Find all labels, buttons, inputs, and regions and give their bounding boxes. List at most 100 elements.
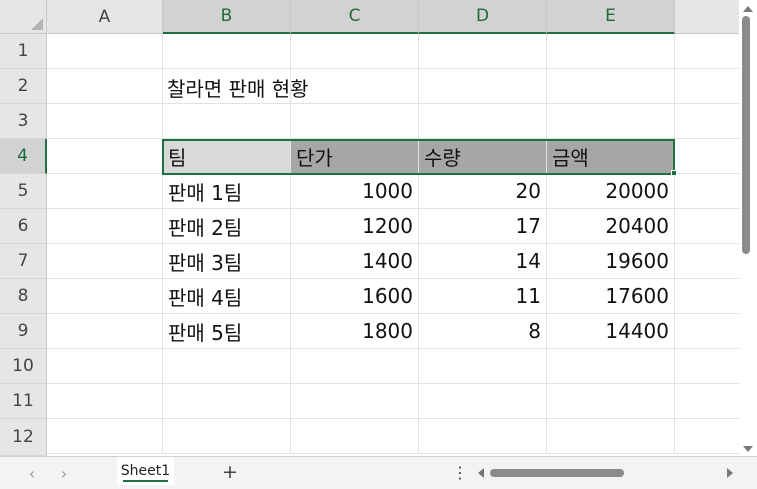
grid-cell[interactable] <box>419 419 547 454</box>
grid-cell[interactable] <box>47 209 163 244</box>
grid-cell[interactable] <box>675 174 739 209</box>
row-header-6[interactable]: 6 <box>0 209 47 244</box>
grid-cell[interactable] <box>675 279 739 314</box>
column-header-b[interactable]: B <box>163 0 291 34</box>
grid-cell[interactable] <box>547 384 675 419</box>
cell-amount[interactable]: 20000 <box>547 174 675 209</box>
grid-cell[interactable] <box>47 419 163 454</box>
grid-cell[interactable] <box>163 349 291 384</box>
cell-qty[interactable]: 11 <box>419 279 547 314</box>
horizontal-scroll-thumb[interactable] <box>490 469 624 477</box>
select-all-corner[interactable] <box>0 0 47 34</box>
grid-cell[interactable] <box>419 384 547 419</box>
grid-cell[interactable] <box>419 69 547 104</box>
grid-cell[interactable] <box>675 349 739 384</box>
grid-cell[interactable] <box>47 139 163 174</box>
grid-cell[interactable] <box>291 349 419 384</box>
cell-c4-price-header[interactable]: 단가 <box>291 139 419 174</box>
cell-price[interactable]: 1000 <box>291 174 419 209</box>
cell-team[interactable]: 판매 4팀 <box>163 279 291 314</box>
cell-e4-amount-header[interactable]: 금액 <box>547 139 675 174</box>
row-header-1[interactable]: 1 <box>0 34 47 69</box>
grid-cell[interactable] <box>547 69 675 104</box>
grid-cell[interactable] <box>163 34 291 69</box>
grid-cell[interactable] <box>547 349 675 384</box>
scroll-up-arrow-icon[interactable] <box>743 6 753 12</box>
fill-handle[interactable] <box>671 170 677 176</box>
sheet-tab-sheet1[interactable]: Sheet1 <box>117 457 174 485</box>
grid-cell[interactable] <box>47 34 163 69</box>
grid-cell[interactable] <box>163 419 291 454</box>
cell-qty[interactable]: 14 <box>419 244 547 279</box>
grid-cell[interactable] <box>419 34 547 69</box>
grid-cell[interactable] <box>47 314 163 349</box>
cell-amount[interactable]: 20400 <box>547 209 675 244</box>
cell-amount[interactable]: 14400 <box>547 314 675 349</box>
cell-d4-qty-header[interactable]: 수량 <box>419 139 547 174</box>
cell-price[interactable]: 1600 <box>291 279 419 314</box>
more-options-icon[interactable]: ⋮ <box>452 463 468 482</box>
cell-team[interactable]: 판매 3팀 <box>163 244 291 279</box>
grid-cell[interactable] <box>675 314 739 349</box>
cell-b4-team-header[interactable]: 팀 <box>163 139 291 174</box>
column-header-a[interactable]: A <box>47 0 163 34</box>
cell-team[interactable]: 판매 1팀 <box>163 174 291 209</box>
grid-cell[interactable] <box>291 384 419 419</box>
cell-team[interactable]: 판매 5팀 <box>163 314 291 349</box>
grid-cell[interactable] <box>47 384 163 419</box>
column-header-c[interactable]: C <box>291 0 419 34</box>
cell-qty[interactable]: 17 <box>419 209 547 244</box>
cell-amount[interactable]: 19600 <box>547 244 675 279</box>
row-header-12[interactable]: 12 <box>0 419 47 456</box>
grid-cell[interactable] <box>47 349 163 384</box>
grid-cell[interactable] <box>47 244 163 279</box>
prev-sheet-icon[interactable]: ‹ <box>22 464 42 483</box>
cell-qty[interactable]: 8 <box>419 314 547 349</box>
grid-cell[interactable] <box>547 104 675 139</box>
cell-b2-title[interactable]: 찰라면 판매 현황 <box>162 70 309 105</box>
grid-cell[interactable] <box>547 34 675 69</box>
cell-team[interactable]: 판매 2팀 <box>163 209 291 244</box>
scroll-left-arrow-icon[interactable] <box>478 468 484 478</box>
row-header-9[interactable]: 9 <box>0 314 47 349</box>
column-header-e[interactable]: E <box>547 0 675 34</box>
row-header-11[interactable]: 11 <box>0 384 47 419</box>
grid-cell[interactable] <box>547 419 675 454</box>
column-header-f-partial[interactable] <box>675 0 739 34</box>
grid-cell[interactable] <box>163 384 291 419</box>
next-sheet-icon[interactable]: › <box>54 464 74 483</box>
row-header-2[interactable]: 2 <box>0 69 47 104</box>
cell-price[interactable]: 1800 <box>291 314 419 349</box>
grid-cell[interactable] <box>291 34 419 69</box>
scroll-down-arrow-icon[interactable] <box>743 446 753 452</box>
grid-cell[interactable] <box>419 349 547 384</box>
grid-cell[interactable] <box>47 174 163 209</box>
grid-cell[interactable] <box>675 139 739 174</box>
grid-cell[interactable] <box>419 104 547 139</box>
grid-cell[interactable] <box>291 419 419 454</box>
grid-cell[interactable] <box>163 104 291 139</box>
add-sheet-icon[interactable]: + <box>220 461 240 483</box>
grid-cell[interactable] <box>291 69 419 104</box>
grid-cell[interactable] <box>47 104 163 139</box>
row-header-4[interactable]: 4 <box>0 139 47 174</box>
row-header-3[interactable]: 3 <box>0 104 47 139</box>
row-header-7[interactable]: 7 <box>0 244 47 279</box>
grid-cell[interactable] <box>675 104 739 139</box>
cell-amount[interactable]: 17600 <box>547 279 675 314</box>
cell-qty[interactable]: 20 <box>419 174 547 209</box>
cell-price[interactable]: 1400 <box>291 244 419 279</box>
grid-cell[interactable] <box>675 419 739 454</box>
vertical-scroll-thumb[interactable] <box>742 16 750 254</box>
grid-cell[interactable] <box>291 104 419 139</box>
grid-cell[interactable] <box>47 279 163 314</box>
row-header-8[interactable]: 8 <box>0 279 47 314</box>
grid-cell[interactable] <box>675 34 739 69</box>
column-header-d[interactable]: D <box>419 0 547 34</box>
grid-cell[interactable] <box>675 209 739 244</box>
grid-cell[interactable] <box>675 244 739 279</box>
scroll-right-arrow-icon[interactable] <box>727 468 733 478</box>
grid-cell[interactable] <box>675 69 739 104</box>
vertical-scrollbar[interactable] <box>739 0 757 456</box>
grid-cell[interactable] <box>675 384 739 419</box>
